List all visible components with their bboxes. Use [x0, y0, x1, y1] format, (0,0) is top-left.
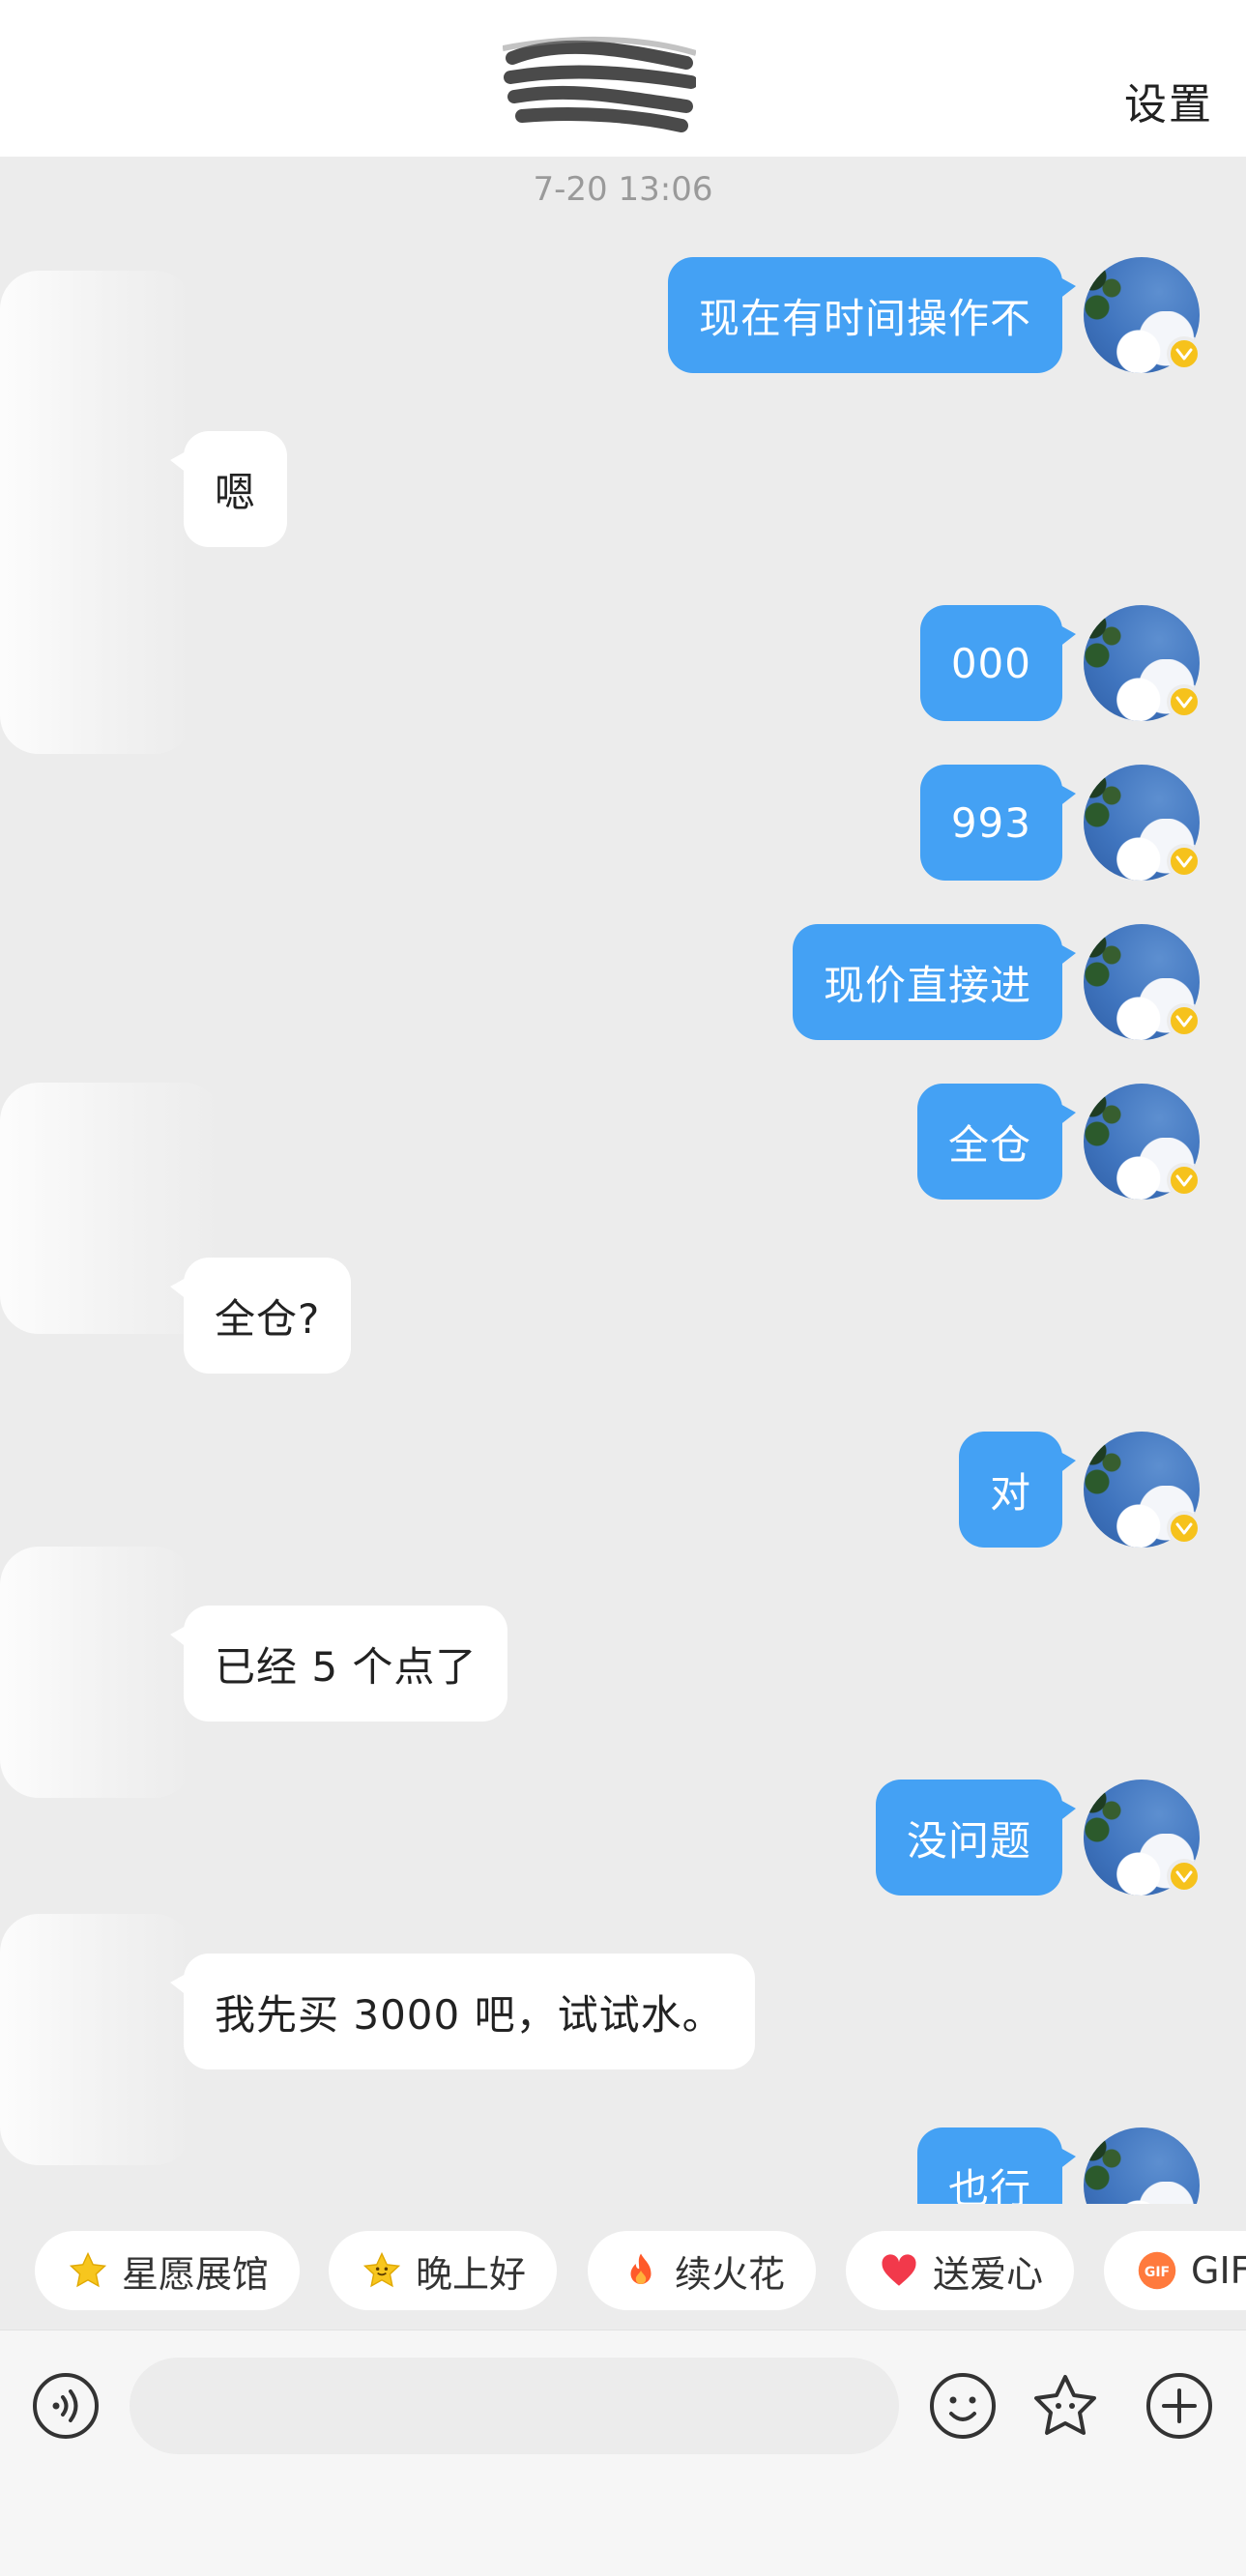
gif-icon: GIF: [1137, 2250, 1177, 2291]
voice-icon[interactable]: [31, 2371, 101, 2441]
avatar[interactable]: [1084, 1780, 1202, 1896]
quick-action-star-gallery[interactable]: 星愿展馆: [35, 2231, 301, 2310]
plus-icon[interactable]: [1145, 2371, 1214, 2441]
svg-text:GIF: GIF: [1145, 2265, 1170, 2280]
message-row: 全仓?: [0, 1258, 1246, 1374]
message-row: 现价直接进: [0, 924, 1246, 1040]
redacted-name-scribble: [503, 36, 696, 132]
verified-badge-icon: [1167, 336, 1202, 371]
message-row: 全仓: [0, 1084, 1246, 1200]
verified-badge-icon: [1167, 1859, 1202, 1894]
outgoing-bubble[interactable]: 也行: [916, 2127, 1077, 2204]
incoming-bubble[interactable]: 我先买 3000 吧，试试水。: [170, 1954, 755, 2069]
avatar[interactable]: [1084, 605, 1202, 721]
chip-label: GIF: [1191, 2249, 1246, 2292]
outgoing-bubble[interactable]: 000: [919, 605, 1077, 721]
avatar[interactable]: [1084, 924, 1202, 1040]
message-row: 嗯: [0, 431, 1246, 547]
avatar[interactable]: [1084, 257, 1202, 373]
message-timestamp: 7-20 13:06: [533, 170, 713, 209]
emoji-icon[interactable]: [928, 2371, 998, 2441]
incoming-bubble[interactable]: 全仓?: [169, 1258, 352, 1374]
message-input-bar: [0, 2330, 1246, 2576]
quick-action-send-love[interactable]: 送爱心: [846, 2231, 1075, 2310]
outgoing-bubble[interactable]: 现价直接进: [792, 924, 1077, 1040]
verified-badge-icon: [1167, 1003, 1202, 1038]
chat-area: 7-20 13:06 现在有时间操作不 嗯 000 993 现价直接进 全仓 全…: [0, 0, 1246, 2204]
message-input[interactable]: [130, 2358, 899, 2454]
quick-action-bar: 星愿展馆 晚上好 续火花 送爱心 GIF GIF: [0, 2214, 1246, 2330]
message-row: 现在有时间操作不: [0, 257, 1246, 373]
settings-button[interactable]: 设置: [1124, 70, 1213, 131]
outgoing-bubble[interactable]: 现在有时间操作不: [667, 257, 1077, 373]
incoming-bubble[interactable]: 嗯: [169, 431, 288, 547]
message-row: 我先买 3000 吧，试试水。: [0, 1954, 1246, 2069]
outgoing-bubble[interactable]: 对: [958, 1432, 1077, 1548]
smiling-star-icon: [362, 2250, 402, 2291]
chip-label: 续火花: [675, 2252, 786, 2296]
message-row: 对: [0, 1432, 1246, 1548]
incoming-bubble[interactable]: 已经 5 个点了: [169, 1606, 508, 1722]
chip-label: 送爱心: [933, 2252, 1044, 2296]
verified-badge-icon: [1167, 1163, 1202, 1198]
chip-label: 晚上好: [416, 2252, 527, 2296]
quick-action-good-evening[interactable]: 晚上好: [329, 2231, 558, 2310]
message-row: 000: [0, 605, 1246, 721]
verified-badge-icon: [1167, 1511, 1202, 1546]
verified-badge-icon: [1167, 684, 1202, 719]
outgoing-bubble[interactable]: 全仓: [916, 1084, 1077, 1200]
quick-action-gif[interactable]: GIF GIF: [1104, 2231, 1246, 2310]
avatar[interactable]: [1084, 765, 1202, 881]
avatar[interactable]: [1084, 1084, 1202, 1200]
avatar[interactable]: [1084, 2127, 1200, 2204]
verified-badge-icon: [1167, 844, 1202, 879]
message-row: 已经 5 个点了: [0, 1606, 1246, 1722]
chat-header: 设置: [0, 0, 1246, 157]
avatar[interactable]: [1084, 1432, 1202, 1548]
star-icon: [68, 2250, 108, 2291]
fire-icon: [621, 2250, 661, 2291]
star-sticker-icon[interactable]: [1030, 2371, 1100, 2441]
outgoing-bubble[interactable]: 没问题: [875, 1780, 1077, 1896]
quick-action-continue-spark[interactable]: 续火花: [588, 2231, 817, 2310]
message-row: 没问题: [0, 1780, 1246, 1896]
message-row: 也行: [0, 2127, 1246, 2204]
heart-icon: [879, 2250, 919, 2291]
chip-label: 星愿展馆: [122, 2252, 270, 2296]
message-row: 993: [0, 765, 1246, 881]
outgoing-bubble[interactable]: 993: [919, 765, 1077, 881]
